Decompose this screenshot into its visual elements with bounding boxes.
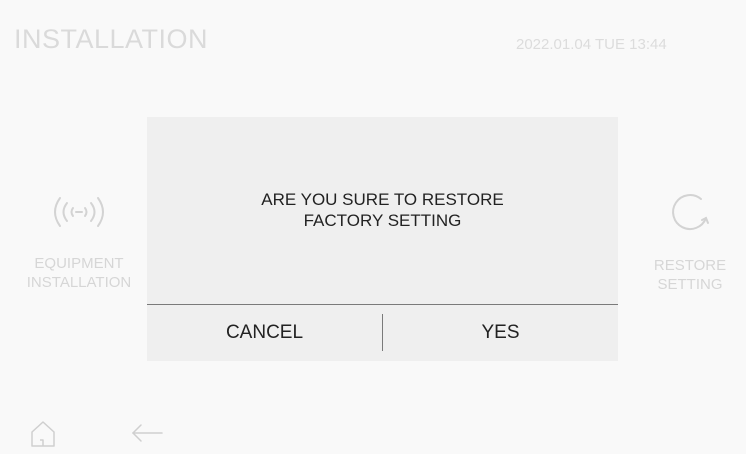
home-icon[interactable] (29, 419, 57, 452)
cancel-button[interactable]: CANCEL (147, 305, 382, 361)
equipment-label-line1: EQUIPMENT (34, 255, 124, 272)
restore-setting-tile[interactable]: RESTORE SETTING (640, 190, 740, 294)
restore-label-line1: RESTORE (653, 257, 727, 274)
signal-broadcast-icon (54, 197, 104, 227)
confirm-dialog: ARE YOU SURE TO RESTORE FACTORY SETTING … (147, 117, 618, 361)
dialog-message: ARE YOU SURE TO RESTORE FACTORY SETTING (147, 189, 618, 231)
dialog-message-line2: FACTORY SETTING (303, 211, 462, 230)
equipment-label-line2: INSTALLATION (26, 274, 132, 291)
back-arrow-icon[interactable] (130, 422, 164, 449)
page-title: INSTALLATION (14, 24, 209, 54)
equipment-installation-tile[interactable]: EQUIPMENT INSTALLATION (14, 192, 144, 292)
restore-label-line2: SETTING (657, 276, 723, 293)
dialog-message-line1: ARE YOU SURE TO RESTORE (261, 190, 504, 209)
datetime: 2022.01.04 TUE 13:44 (516, 36, 667, 53)
yes-button[interactable]: YES (383, 305, 618, 361)
restore-circle-icon (672, 194, 709, 231)
